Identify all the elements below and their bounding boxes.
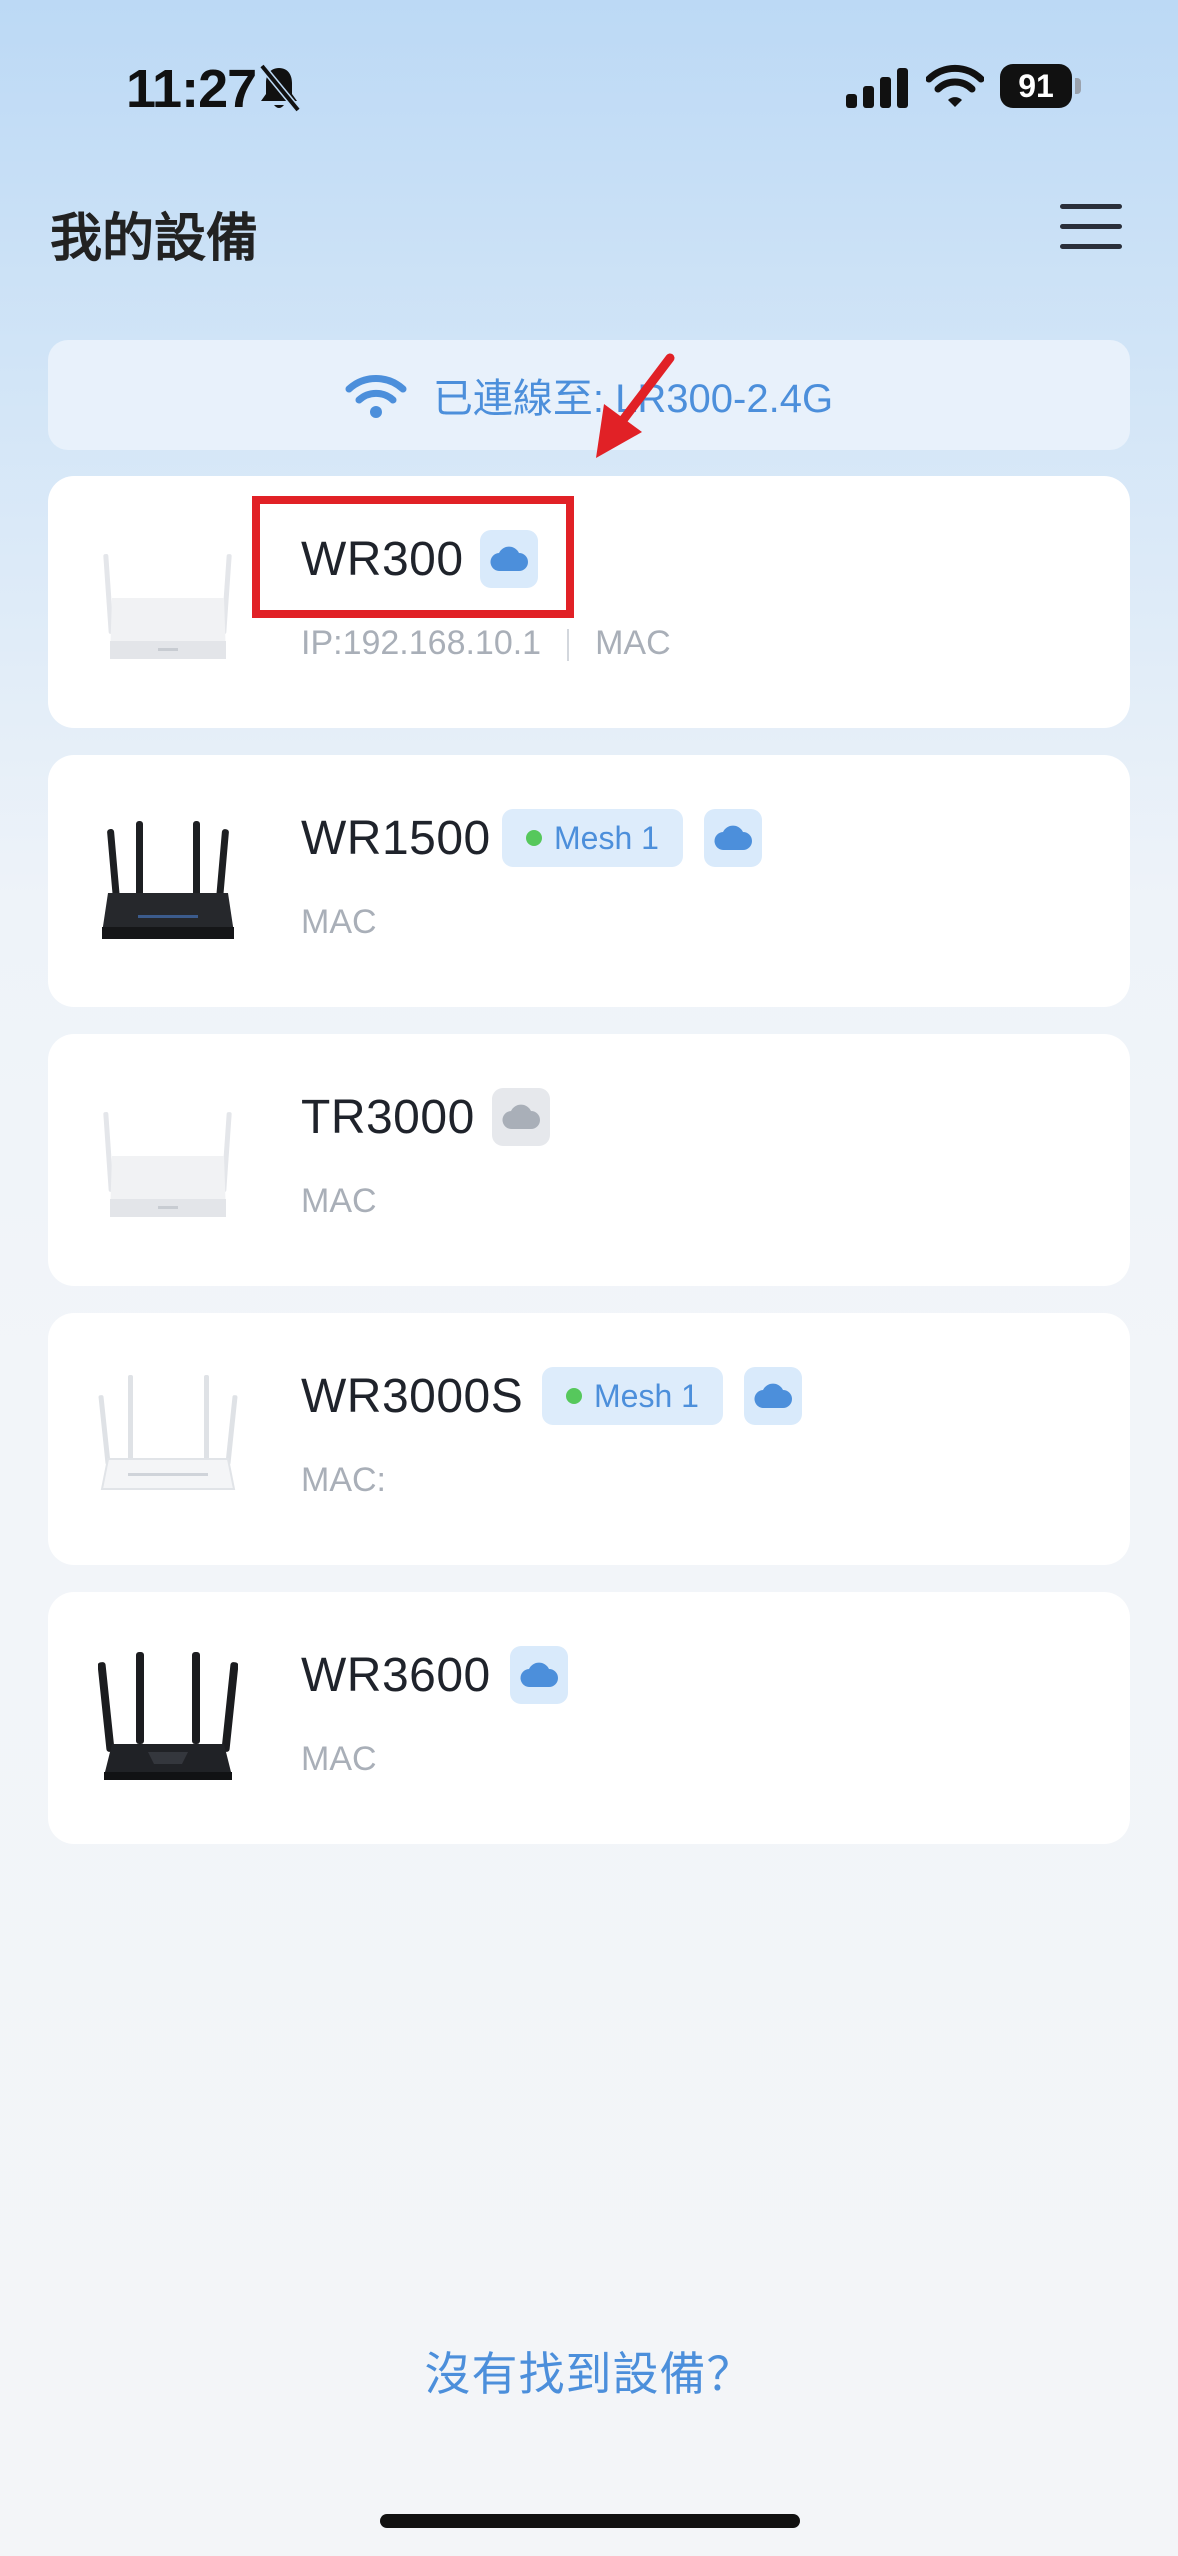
page-title: 我的設備 bbox=[50, 210, 259, 268]
device-mac: MAC bbox=[595, 624, 671, 662]
cloud-status-badge bbox=[704, 809, 762, 867]
wifi-status-icon bbox=[926, 64, 984, 107]
cloud-offline-icon bbox=[502, 1104, 540, 1130]
device-ip: IP:192.168.10.1 bbox=[301, 624, 542, 662]
device-name: WR3000S bbox=[301, 1370, 524, 1423]
router-white-image bbox=[103, 1112, 232, 1217]
router-white-image bbox=[103, 554, 232, 659]
cloud-status-badge bbox=[744, 1367, 802, 1425]
mesh-status-dot bbox=[526, 830, 542, 846]
mesh-label: Mesh 1 bbox=[594, 1377, 699, 1414]
divider bbox=[567, 629, 570, 662]
cellular-signal-icon bbox=[846, 68, 908, 108]
device-network-info: IP:192.168.10.1 MAC bbox=[301, 624, 671, 663]
device-name: WR1500 bbox=[301, 812, 491, 865]
battery-level: 91 bbox=[1000, 64, 1072, 108]
device-mac: MAC bbox=[301, 1740, 377, 1778]
device-mac: MAC bbox=[301, 1182, 377, 1220]
device-card-wr3600[interactable]: WR3600 MAC bbox=[48, 1592, 1130, 1844]
status-time: 11:27 bbox=[126, 59, 257, 119]
annotation-arrow-icon bbox=[596, 353, 675, 458]
mesh-label: Mesh 1 bbox=[554, 819, 659, 856]
device-mac: MAC bbox=[301, 903, 377, 941]
battery-indicator: 91 bbox=[1000, 64, 1084, 110]
cloud-status-badge bbox=[510, 1646, 568, 1704]
device-name: TR3000 bbox=[301, 1091, 475, 1144]
device-mac: MAC: bbox=[301, 1461, 386, 1499]
cloud-icon bbox=[714, 825, 752, 851]
device-card-wr3000s[interactable]: WR3000S Mesh 1 MAC: bbox=[48, 1313, 1130, 1565]
device-card-tr3000[interactable]: TR3000 MAC bbox=[48, 1034, 1130, 1286]
hamburger-line bbox=[1060, 204, 1122, 209]
device-card-wr1500[interactable]: WR1500 Mesh 1 MAC bbox=[48, 755, 1130, 1007]
annotation-highlight-box bbox=[252, 496, 574, 618]
mesh-badge: Mesh 1 bbox=[502, 809, 683, 867]
router-black-image bbox=[98, 1652, 238, 1780]
device-name: WR3600 bbox=[301, 1649, 491, 1702]
home-indicator[interactable] bbox=[380, 2514, 800, 2528]
cloud-icon bbox=[520, 1662, 558, 1688]
mesh-status-dot bbox=[566, 1388, 582, 1404]
connection-banner[interactable]: 已連線至: LR300-2.4G bbox=[48, 340, 1130, 450]
help-link[interactable]: 沒有找到設備？ bbox=[0, 2338, 1178, 2404]
hamburger-line bbox=[1060, 244, 1122, 249]
wifi-icon bbox=[345, 375, 407, 418]
bell-muted-icon bbox=[259, 63, 301, 113]
device-card-wr300[interactable]: WR300 IP:192.168.10.1 MAC bbox=[48, 476, 1130, 728]
router-white-image bbox=[98, 1375, 238, 1490]
router-black-image bbox=[102, 821, 234, 939]
battery-nub bbox=[1075, 78, 1081, 94]
cloud-status-badge bbox=[492, 1088, 550, 1146]
hamburger-line bbox=[1060, 224, 1122, 229]
mesh-badge: Mesh 1 bbox=[542, 1367, 723, 1425]
cloud-icon bbox=[754, 1383, 792, 1409]
menu-button[interactable] bbox=[1060, 200, 1126, 252]
